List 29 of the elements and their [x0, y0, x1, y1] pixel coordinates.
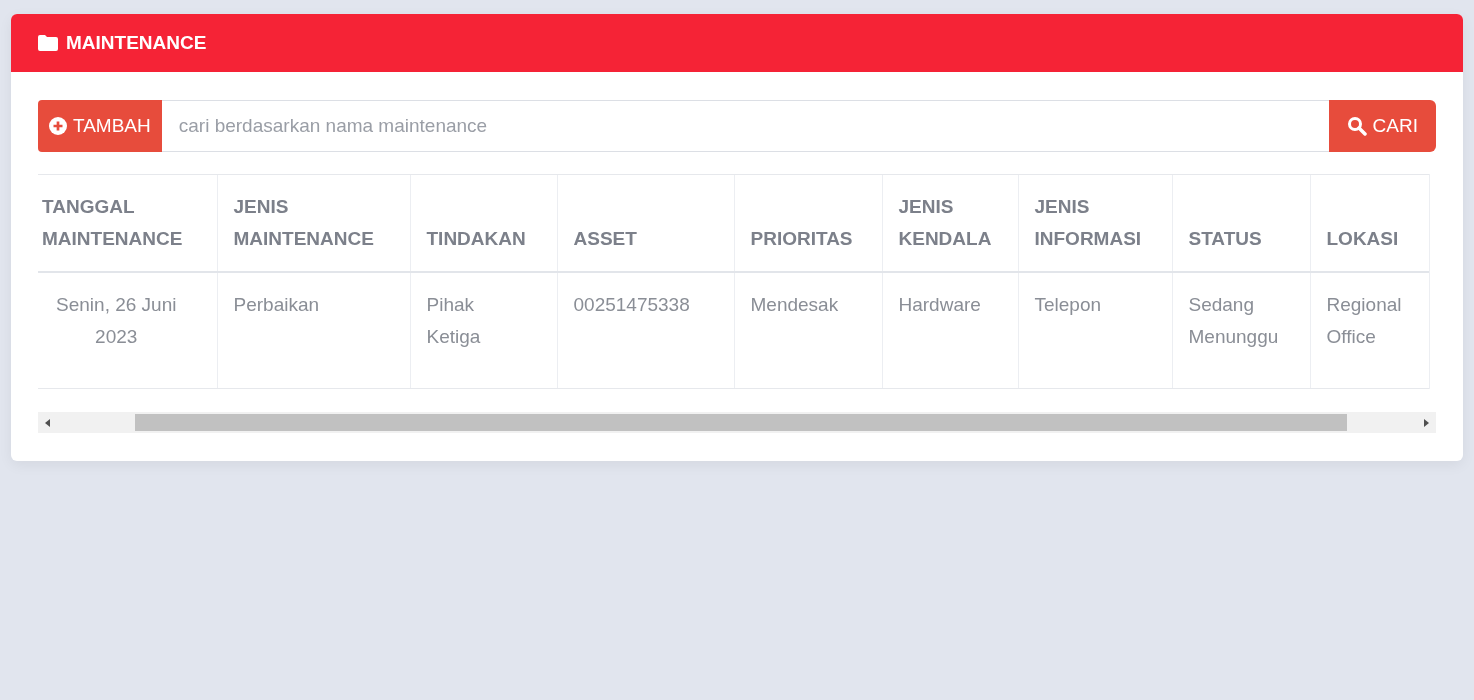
column-header: JENIS MAINTENANCE [217, 174, 410, 272]
column-header: STATUS [1172, 174, 1310, 272]
search-icon [1346, 116, 1367, 136]
table-cell: 00251475338 [557, 271, 734, 389]
table-cell: Sedang Menunggu [1172, 271, 1310, 389]
column-header: JENIS KENDALA [882, 174, 1018, 272]
column-header: PRIORITAS [734, 174, 882, 272]
table-cell: Mendesak [734, 271, 882, 389]
search-button[interactable]: CARI [1328, 100, 1436, 152]
table-cell: Perbaikan [217, 271, 410, 389]
horizontal-scrollbar[interactable] [38, 412, 1436, 433]
column-header: JENIS INFORMASI [1018, 174, 1172, 272]
panel-title: MAINTENANCE [66, 32, 207, 54]
scroll-right-icon[interactable] [1424, 418, 1429, 427]
scrollbar-thumb[interactable] [135, 414, 1347, 431]
search-field[interactable]: cari berdasarkan nama maintenance [161, 100, 1329, 152]
table-cell: Regional Office [1310, 271, 1429, 389]
column-header: TINDAKAN [410, 174, 557, 272]
table-cell: Pihak Ketiga [410, 271, 557, 389]
column-header: LOKASI [1310, 174, 1429, 272]
column-header: TANGGAL MAINTENANCE [38, 174, 217, 272]
plus-circle-icon [49, 117, 67, 135]
table-cell: Telepon [1018, 271, 1172, 389]
column-header: ASSET [557, 174, 734, 272]
table-cell: Senin, 26 Juni 2023 [38, 271, 217, 389]
folder-icon [38, 35, 58, 51]
add-button[interactable]: TAMBAH [38, 100, 162, 152]
scroll-left-icon[interactable] [45, 418, 50, 427]
table-cell: Hardware [882, 271, 1018, 389]
